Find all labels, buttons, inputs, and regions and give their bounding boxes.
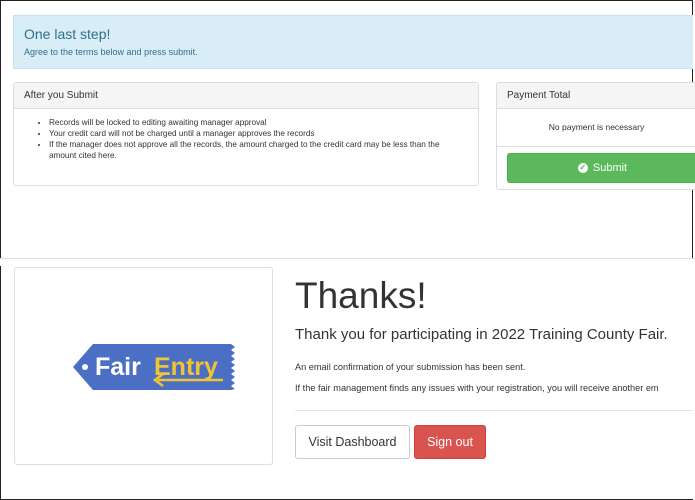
separator: [295, 410, 693, 411]
list-item: Records will be locked to editing awaiti…: [49, 117, 468, 128]
after-submit-panel: After you Submit Records will be locked …: [13, 82, 479, 186]
logo-entry-text: Entry: [154, 353, 218, 381]
thanks-title: Thanks!: [295, 275, 427, 316]
check-circle-icon: ✓: [577, 163, 588, 173]
visit-dashboard-button[interactable]: Visit Dashboard: [295, 425, 410, 459]
after-submit-heading: After you Submit: [14, 83, 478, 109]
submit-button[interactable]: ✓ Submit: [507, 153, 695, 183]
fairentry-logo: Fair Entry: [73, 344, 235, 390]
alert-text: Agree to the terms below and press submi…: [24, 47, 198, 57]
after-submit-list: Records will be locked to editing awaiti…: [14, 109, 478, 161]
section-divider: [0, 258, 695, 266]
list-item: If the manager does not approve all the …: [49, 139, 468, 161]
submit-label: Submit: [592, 162, 628, 174]
payment-total-panel: Payment Total No payment is necessary ✓ …: [496, 82, 695, 190]
alert-title: One last step!: [24, 26, 111, 42]
info-alert: One last step! Agree to the terms below …: [13, 15, 693, 69]
issues-text: If the fair management finds any issues …: [295, 383, 659, 393]
logo-fair-text: Fair: [95, 353, 141, 381]
payment-message: No payment is necessary: [497, 109, 695, 147]
sign-out-button[interactable]: Sign out: [414, 425, 486, 459]
logo-panel: Fair Entry: [14, 267, 273, 465]
payment-total-heading: Payment Total: [497, 83, 695, 109]
thanks-subtitle: Thank you for participating in 2022 Trai…: [295, 326, 668, 343]
confirmation-text: An email confirmation of your submission…: [295, 362, 526, 372]
list-item: Your credit card will not be charged unt…: [49, 128, 468, 139]
